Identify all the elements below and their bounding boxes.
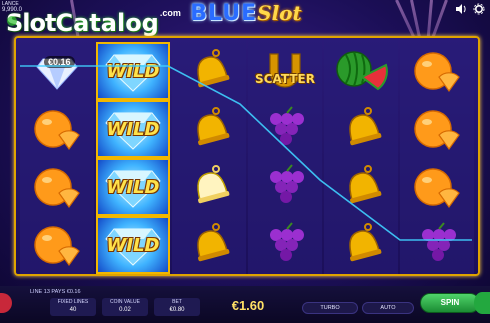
auto-button[interactable]: AUTO bbox=[362, 302, 414, 314]
orange-icon bbox=[414, 52, 460, 93]
coin-value-label: COIN VALUE bbox=[110, 299, 140, 305]
wild-label: WILD bbox=[106, 60, 160, 82]
line-win-info: LINE 13 PAYS €0.16 bbox=[30, 289, 81, 295]
game-logo: BLUESlot bbox=[176, 1, 316, 27]
bell-icon bbox=[197, 49, 230, 88]
symbol-wild-cell: WILD bbox=[96, 158, 170, 216]
reel-4: SCATTER bbox=[248, 40, 322, 274]
horseshoe-icon bbox=[269, 53, 301, 88]
symbol-scatter-cell: SCATTER bbox=[248, 42, 322, 100]
orange-icon bbox=[34, 168, 80, 209]
symbol-wild-cell: WILD bbox=[96, 100, 170, 158]
watermark-logo: SlotCatalog .com bbox=[6, 8, 181, 39]
orange-icon bbox=[414, 168, 460, 209]
symbol-bell-cell bbox=[324, 158, 398, 216]
symbol-bell-cell bbox=[172, 158, 246, 216]
fixed-lines-value: 40 bbox=[69, 307, 77, 313]
win-badge: €0.16 bbox=[44, 56, 75, 68]
watermelon-icon bbox=[336, 51, 388, 91]
scatter-label: SCATTER bbox=[255, 72, 315, 86]
symbol-orange-cell bbox=[20, 158, 94, 216]
reel-frame: €0.16 WILD WILD WILD WILD SCATTER bbox=[14, 36, 480, 276]
symbol-watermelon-cell bbox=[324, 42, 398, 100]
bell-icon bbox=[197, 223, 230, 262]
bell-icon bbox=[349, 165, 382, 204]
spin-button[interactable]: SPIN bbox=[420, 293, 480, 313]
wild-label: WILD bbox=[106, 176, 160, 198]
symbol-bell-cell bbox=[324, 216, 398, 274]
symbol-bell-cell bbox=[172, 216, 246, 274]
orange-icon bbox=[34, 110, 80, 151]
bet-label: BET bbox=[172, 299, 182, 305]
orange-icon bbox=[34, 226, 80, 267]
symbol-diamond-cell: €0.16 bbox=[20, 42, 94, 100]
wild-label: WILD bbox=[106, 118, 160, 140]
win-amount: €1.60 bbox=[231, 298, 265, 313]
grapes-icon bbox=[270, 222, 304, 261]
bet-value: €0.80 bbox=[169, 307, 185, 313]
turbo-button[interactable]: TURBO bbox=[302, 302, 358, 314]
sound-icon[interactable] bbox=[454, 3, 468, 17]
grapes-icon bbox=[270, 164, 304, 203]
symbol-orange-cell bbox=[20, 100, 94, 158]
watermark-bubble bbox=[7, 16, 17, 26]
coin-value-value: 0.02 bbox=[119, 307, 131, 313]
watermark-catalog-text: Catalog bbox=[55, 9, 159, 37]
symbol-wild-cell: WILD bbox=[96, 216, 170, 274]
wild-label: WILD bbox=[106, 234, 160, 256]
reel-6 bbox=[400, 40, 474, 274]
symbol-orange-cell bbox=[400, 42, 474, 100]
symbol-orange-cell bbox=[400, 158, 474, 216]
symbol-grapes-cell bbox=[248, 158, 322, 216]
symbol-bell-cell bbox=[172, 42, 246, 100]
symbol-grapes-cell bbox=[248, 100, 322, 158]
bell-icon bbox=[349, 107, 382, 146]
reel-5 bbox=[324, 40, 398, 274]
symbol-orange-cell bbox=[400, 100, 474, 158]
logo-blue-text: BLUE bbox=[190, 1, 258, 26]
spin-round-button[interactable] bbox=[474, 292, 490, 314]
symbol-orange-cell bbox=[20, 216, 94, 274]
fixed-lines-display: FIXED LINES 40 bbox=[50, 298, 96, 316]
bell-icon bbox=[197, 165, 230, 204]
grapes-icon bbox=[422, 222, 456, 261]
symbol-wild-cell: WILD bbox=[96, 42, 170, 100]
reel-3 bbox=[172, 40, 246, 274]
logo-slot-text: Slot bbox=[257, 1, 302, 25]
grapes-icon bbox=[270, 106, 304, 145]
reel-1: €0.16 bbox=[20, 40, 94, 274]
bet-selector[interactable]: BET €0.80 bbox=[154, 298, 200, 316]
bell-icon bbox=[197, 107, 230, 146]
reel-2: WILD WILD WILD WILD bbox=[96, 40, 170, 274]
fixed-lines-label: FIXED LINES bbox=[57, 299, 89, 305]
coin-value-selector[interactable]: COIN VALUE 0.02 bbox=[102, 298, 148, 316]
orange-icon bbox=[414, 110, 460, 151]
symbol-grapes-cell bbox=[248, 216, 322, 274]
symbol-bell-cell bbox=[172, 100, 246, 158]
symbol-grapes-cell bbox=[400, 216, 474, 274]
bell-icon bbox=[349, 223, 382, 262]
game-stage: LANCE 9,990.0 SlotCatalog .com BLUESlot … bbox=[0, 0, 490, 323]
symbol-bell-cell bbox=[324, 100, 398, 158]
settings-icon[interactable] bbox=[472, 3, 486, 17]
